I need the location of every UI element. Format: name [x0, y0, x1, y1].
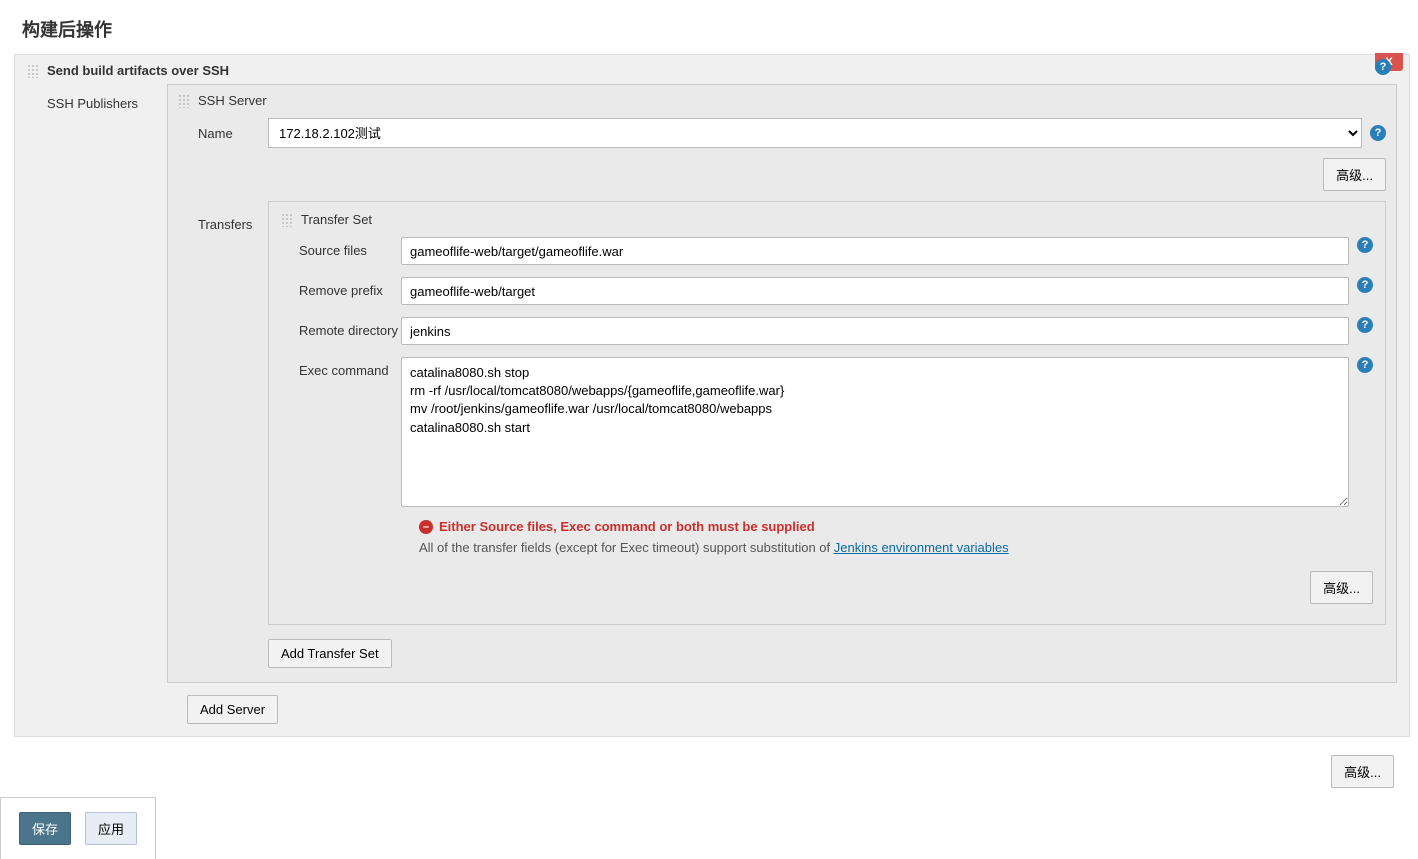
- remote-directory-input[interactable]: [401, 317, 1349, 345]
- remote-directory-label: Remote directory: [281, 317, 401, 338]
- source-files-label: Source files: [281, 237, 401, 258]
- advanced-button[interactable]: 高级...: [1323, 158, 1386, 191]
- name-select[interactable]: 172.18.2.102测试: [268, 118, 1362, 148]
- error-message: – Either Source files, Exec command or b…: [281, 519, 1373, 534]
- footer-bar: 保存 应用: [0, 797, 156, 859]
- remove-prefix-input[interactable]: [401, 277, 1349, 305]
- help-icon[interactable]: ?: [1357, 237, 1373, 253]
- drag-handle-icon[interactable]: [281, 213, 293, 227]
- page-title: 构建后操作: [0, 0, 1418, 54]
- remove-prefix-label: Remove prefix: [281, 277, 401, 298]
- help-icon[interactable]: ?: [1357, 277, 1373, 293]
- name-label: Name: [178, 126, 268, 141]
- bottom-advanced-button[interactable]: 高级...: [1331, 755, 1394, 788]
- transfer-set-panel: Transfer Set Source files ? Remove prefi…: [268, 201, 1386, 625]
- env-vars-link[interactable]: Jenkins environment variables: [834, 540, 1009, 555]
- section-title: Send build artifacts over SSH: [47, 63, 229, 78]
- section-header: Send build artifacts over SSH X: [27, 63, 1397, 78]
- transfer-set-label: Transfer Set: [301, 212, 372, 227]
- transfers-label: Transfers: [178, 201, 268, 232]
- post-build-action-section: Send build artifacts over SSH X ? SSH Pu…: [14, 54, 1410, 737]
- exec-command-label: Exec command: [281, 357, 401, 378]
- error-icon: –: [419, 520, 433, 534]
- help-icon[interactable]: ?: [1370, 125, 1386, 141]
- drag-handle-icon[interactable]: [178, 94, 190, 108]
- info-text: All of the transfer fields (except for E…: [281, 540, 1373, 555]
- save-button[interactable]: 保存: [19, 812, 71, 845]
- help-icon[interactable]: ?: [1357, 317, 1373, 333]
- error-text: Either Source files, Exec command or bot…: [439, 519, 815, 534]
- ssh-server-label: SSH Server: [198, 93, 267, 108]
- ssh-publishers-label: SSH Publishers: [27, 84, 167, 111]
- add-transfer-set-button[interactable]: Add Transfer Set: [268, 639, 392, 668]
- source-files-input[interactable]: [401, 237, 1349, 265]
- transfer-advanced-button[interactable]: 高级...: [1310, 571, 1373, 604]
- exec-command-textarea[interactable]: [401, 357, 1349, 507]
- drag-handle-icon[interactable]: [27, 64, 39, 78]
- ssh-server-panel: SSH Server Name 172.18.2.102测试 ? 高级... T…: [167, 84, 1397, 683]
- apply-button[interactable]: 应用: [85, 812, 137, 845]
- add-server-button[interactable]: Add Server: [187, 695, 278, 724]
- help-icon[interactable]: ?: [1357, 357, 1373, 373]
- help-icon[interactable]: ?: [1375, 59, 1391, 75]
